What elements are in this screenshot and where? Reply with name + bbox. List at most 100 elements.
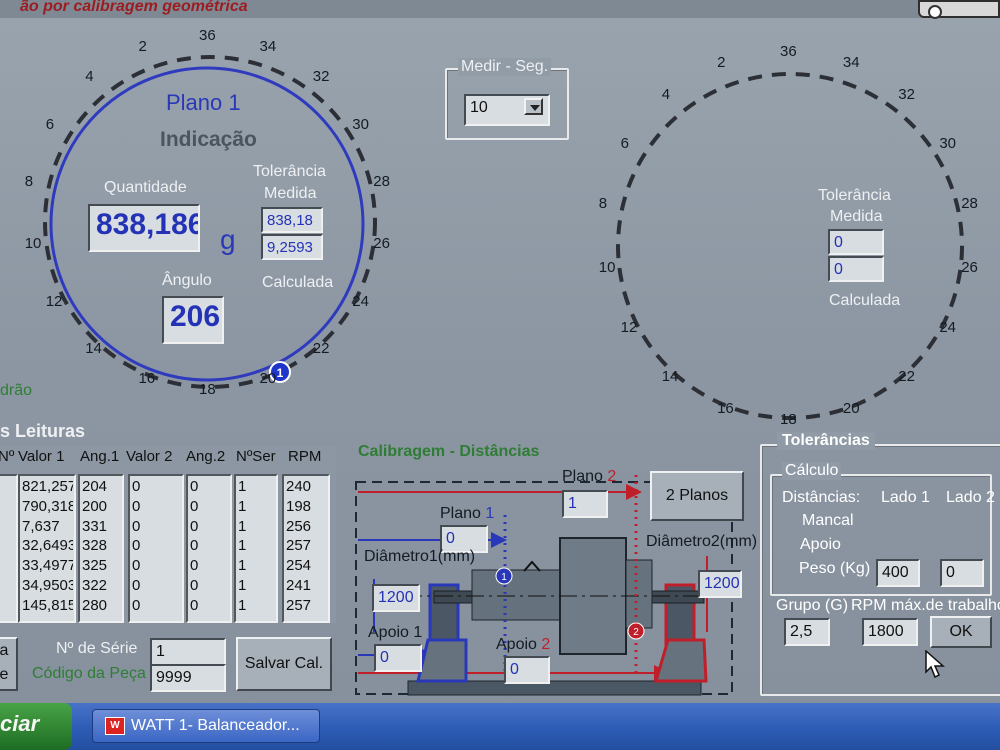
table-cell: 0 xyxy=(190,478,199,495)
side2-input[interactable]: 0 xyxy=(940,559,984,587)
table-cell: 0 xyxy=(132,596,141,614)
table-cell: 1 xyxy=(238,596,247,614)
table-cell: 1 xyxy=(238,557,247,575)
measure-seg-label: Medir - Seg. xyxy=(458,58,552,76)
start-button[interactable]: ciar xyxy=(0,703,72,750)
plane1-tolerance-label: Tolerância xyxy=(253,163,326,180)
readings-header-6: NºSer xyxy=(236,448,276,465)
diameter1-input[interactable]: 1200 xyxy=(372,584,420,612)
right-dial-tick-12: 12 xyxy=(620,319,638,336)
right-dial-tick-34: 34 xyxy=(842,54,860,72)
left-action-button[interactable]: a e xyxy=(0,637,18,691)
left-dial-tick-14: 14 xyxy=(85,339,102,357)
table-cell: 7,637 xyxy=(22,517,60,535)
table-cell: 0 xyxy=(190,537,199,555)
plane2-measured-value: 0 xyxy=(828,229,884,255)
readings-table: Nº Valor 1 Ang.1 Valor 2 Ang.2 NºSer RPM 821,25… xyxy=(0,446,336,623)
calculation-label: Cálculo xyxy=(782,462,842,480)
readings-title: s Leituras xyxy=(0,421,86,441)
right-dial-tick-28: 28 xyxy=(961,195,978,213)
readings-header-1: Nº xyxy=(0,448,15,465)
table-cell: 200 xyxy=(82,497,108,515)
quantity-unit: g xyxy=(220,224,236,255)
right-dial-tick-26: 26 xyxy=(961,258,978,276)
save-calibration-button[interactable]: Salvar Cal. xyxy=(236,637,332,691)
support1-label: Apoio 1 xyxy=(368,624,423,641)
left-dial-tick-34: 34 xyxy=(259,37,277,55)
diameter2-input[interactable]: 1200 xyxy=(698,570,742,598)
left-dial-tick-20: 20 xyxy=(259,370,277,388)
plane2-tolerance-label: Tolerância xyxy=(818,187,891,204)
angle-value: 206 xyxy=(162,296,224,344)
readings-header-7: RPM xyxy=(288,448,322,465)
group-input[interactable]: 2,5 xyxy=(784,618,830,646)
right-dial-tick-4: 4 xyxy=(661,86,671,104)
support1-input[interactable]: 0 xyxy=(374,644,422,672)
readings-header-5: Ang.2 xyxy=(186,448,226,465)
right-dial-tick-36: 36 xyxy=(780,43,797,60)
weight-input[interactable]: 400 xyxy=(876,559,920,587)
plane2-distance-label-text: Plano xyxy=(562,468,603,485)
left-dial-tick-18: 18 xyxy=(199,381,216,398)
plane2-distance-label: Plano 2 xyxy=(562,468,616,486)
table-cell: 241 xyxy=(286,577,312,594)
table-cell: 0 xyxy=(132,557,141,575)
left-dial-tick-36: 36 xyxy=(199,27,216,44)
table-cell: 33,4977 xyxy=(22,557,73,575)
dropdown-arrow-icon[interactable] xyxy=(524,98,543,115)
left-action-button-bottom: e xyxy=(0,666,9,683)
right-dial-tick-20: 20 xyxy=(842,399,860,417)
support2-input[interactable]: 0 xyxy=(504,656,550,684)
table-cell: 280 xyxy=(82,596,108,614)
support2-base xyxy=(653,638,708,683)
serial-input[interactable]: 1 xyxy=(150,638,226,666)
start-label: ciar xyxy=(0,711,40,736)
plane2-shaft-marker-text: 2 xyxy=(633,627,639,638)
left-dial-tick-10: 10 xyxy=(24,234,42,252)
ok-button[interactable]: OK xyxy=(930,616,992,648)
table-cell: 256 xyxy=(286,517,312,535)
support2-label: Apoio 2 xyxy=(496,636,550,654)
two-planes-button[interactable]: 2 Planos xyxy=(650,471,744,521)
right-dial-tick-2: 2 xyxy=(717,54,726,72)
right-dial-tick-22: 22 xyxy=(898,367,915,385)
table-cell: 0 xyxy=(190,557,199,575)
table-cell: 1 xyxy=(238,577,247,594)
table-cell: 0 xyxy=(190,497,199,515)
table-cell: 0 xyxy=(132,577,141,594)
plane1-distance-label-text: Plano xyxy=(440,505,481,522)
support-label: Apoio xyxy=(800,536,841,553)
table-cell: 240 xyxy=(286,478,312,495)
plane1-distance-label: Plano 1 xyxy=(440,505,494,523)
weight-label: Peso (Kg) xyxy=(799,560,871,577)
taskbar-app-button[interactable]: W WATT 1- Balanceador... xyxy=(92,709,320,743)
rpm-input[interactable]: 1800 xyxy=(862,618,918,646)
plane1-marker-text: 1 xyxy=(277,366,284,380)
plane1-shaft-marker-text: 1 xyxy=(501,572,507,583)
plane2-distance-input[interactable]: 1 xyxy=(562,490,608,518)
right-rotor-section xyxy=(625,559,653,629)
support2-label-text: Apoio xyxy=(496,636,537,653)
piece-code-label: Código da Peça xyxy=(32,665,146,682)
piece-code-input[interactable]: 9999 xyxy=(150,664,226,692)
application-window: ão por calibragem geométrica 1 1 2 36 34… xyxy=(0,0,1000,750)
plane2-calculated-label: Calculada xyxy=(829,292,901,309)
table-cell: 0 xyxy=(190,577,199,594)
right-dial-tick-14: 14 xyxy=(661,367,679,385)
taskbar-app-label: WATT 1- Balanceador... xyxy=(131,717,300,734)
calibration-title: Calibragem - Distâncias xyxy=(358,443,540,460)
table-cell: 198 xyxy=(286,497,312,515)
plane1-calculated-value: 9,2593 xyxy=(261,234,323,260)
plane1-measured-label: Medida xyxy=(264,185,317,202)
base-plate xyxy=(407,680,702,696)
table-cell: 1 xyxy=(238,537,247,555)
right-dial-tick-18: 18 xyxy=(780,411,797,428)
table-cell: 32,6493 xyxy=(22,537,73,555)
standard-fragment: drão xyxy=(0,382,33,399)
left-rotor-section xyxy=(471,569,561,621)
right-dial-tick-8: 8 xyxy=(598,195,608,213)
table-cell: 821,257 xyxy=(22,478,73,495)
app-icon: W xyxy=(105,717,125,735)
tolerances-title: Tolerâncias xyxy=(777,432,875,450)
readings-header-2: Valor 1 xyxy=(18,448,65,465)
